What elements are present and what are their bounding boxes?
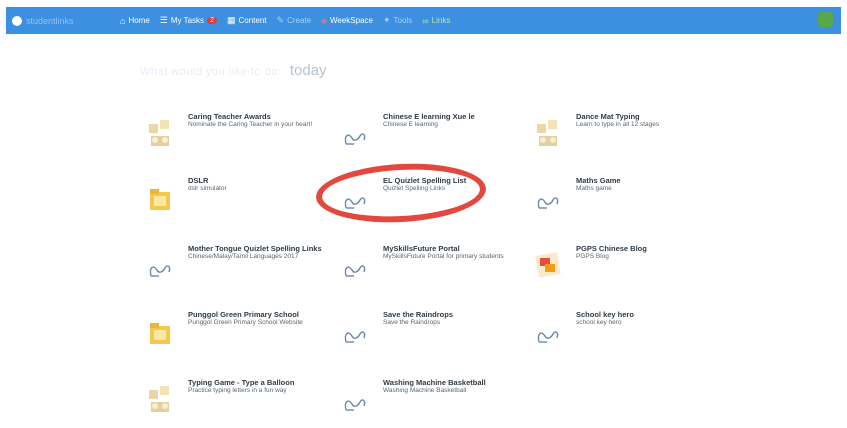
app-logo[interactable]: studentlinks [12,15,102,26]
heading-prompt: What would you like to do [140,66,278,78]
link-card-title[interactable]: DSLR [188,176,328,185]
nav-workspace[interactable]: ♣ WeekSpace [321,16,373,26]
link-card-text: Mother Tongue Quizlet Spelling Links Chin… [188,244,328,261]
link-thumbnail-icon[interactable] [145,248,175,284]
link-card-text: Typing Game - Type a Balloon Practice typ… [188,378,328,395]
link-card-title[interactable]: Save the Raindrops [383,310,523,319]
nav-content-label: Content [238,16,267,25]
page-heading: What would you like to do today [140,62,327,79]
link-card-text: DSLR dslr simulator [188,176,328,193]
link-card[interactable]: MySkillsFuture Portal MySkillsFuture Port… [340,244,520,294]
link-card-description: school key hero [576,319,622,326]
link-thumbnail-icon[interactable] [340,116,370,152]
link-card-description: MySkillsFuture Portal for primary studen… [383,253,504,260]
link-card-text: Save the Raindrops Save the Raindrops [383,310,523,327]
link-card-text: PGPS Chinese Blog PGPS Blog [576,244,716,261]
content-icon: ▦ [226,15,236,25]
link-thumbnail-icon[interactable] [533,180,563,216]
link-card[interactable]: Chinese E learning Xue le Chinese E learn… [340,112,520,162]
nav-links[interactable]: ∞ Links [422,16,450,26]
link-card-text: Caring Teacher Awards Nominate the Caring… [188,112,328,129]
link-card-title[interactable]: Caring Teacher Awards [188,112,328,121]
link-card-title[interactable]: Typing Game - Type a Balloon [188,378,328,387]
nav-create-label: Create [287,16,312,25]
nav-links-label: Links [431,16,451,25]
home-icon: ⌂ [120,15,126,26]
link-card-title[interactable]: MySkillsFuture Portal [383,244,523,253]
link-card-description: Practice typing letters in a fun way [188,387,287,394]
folder-thumbnail-icon[interactable] [145,180,175,216]
nav-home-label: Home [128,16,150,25]
link-card-description: Save the Raindrops [383,319,441,326]
links-icon: ∞ [422,15,429,26]
link-card-description: PGPS Blog [576,253,609,260]
logo-icon [12,15,22,26]
link-card[interactable]: Washing Machine Basketball Washing Machin… [340,378,520,428]
main-nav: ⌂ Home ☰ My Tasks 2 ▦ Content ✎ Create ♣… [120,15,460,26]
link-card[interactable]: School key hero school key hero [533,310,713,360]
link-card-description: Chinese E learning [383,121,438,128]
link-card-title[interactable]: PGPS Chinese Blog [576,244,716,253]
link-card[interactable]: Typing Game - Type a Balloon Practice typ… [145,378,325,428]
photo-thumbnail-icon[interactable] [533,248,563,284]
workspace-icon: ♣ [321,15,327,26]
link-card-description: Learn to type in all 12 stages [576,121,660,128]
top-navigation-bar: studentlinks ⌂ Home ☰ My Tasks 2 ▦ Conte… [6,7,841,34]
link-card-description: Maths game [576,185,612,192]
link-card[interactable]: Caring Teacher Awards Nominate the Caring… [145,112,325,162]
nav-content[interactable]: ▦ Content [227,15,267,26]
nav-my-tasks[interactable]: ☰ My Tasks 2 [160,15,217,26]
link-card-title[interactable]: Washing Machine Basketball [383,378,523,387]
link-card[interactable]: PGPS Chinese Blog PGPS Blog [533,244,713,294]
tasks-icon: ☰ [159,15,168,25]
create-icon: ✎ [276,15,285,25]
link-thumbnail-icon[interactable] [340,248,370,284]
link-thumbnail-icon[interactable] [340,314,370,350]
link-card-text: School key hero school key hero [576,310,716,327]
award-thumbnail-icon[interactable] [533,116,563,152]
link-card-text: Punggol Green Primary School Punggol Gree… [188,310,328,327]
link-card[interactable]: Dance Mat Typing Learn to type in all 12 … [533,112,713,162]
award-thumbnail-icon[interactable] [145,116,175,152]
link-card-title[interactable]: Dance Mat Typing [576,112,716,121]
link-card-description: Washing Machine Basketball [383,387,467,394]
link-card-text: MySkillsFuture Portal MySkillsFuture Port… [383,244,523,261]
tools-icon: ✦ [382,15,391,25]
user-avatar[interactable] [818,12,833,27]
link-card-description: Punggol Green Primary School Website [188,319,303,326]
link-card-title[interactable]: Punggol Green Primary School [188,310,328,319]
link-card[interactable]: Maths Game Maths game [533,176,713,226]
tasks-count-badge: 2 [207,17,217,24]
link-card-text: Washing Machine Basketball Washing Machin… [383,378,523,395]
link-thumbnail-icon[interactable] [340,382,370,418]
folder-thumbnail-icon[interactable] [145,314,175,350]
link-card-title[interactable]: Chinese E learning Xue le [383,112,523,121]
link-thumbnail-icon[interactable] [533,314,563,350]
nav-workspace-label: WeekSpace [329,16,373,25]
heading-today: today [289,62,327,79]
link-card-title[interactable]: School key hero [576,310,716,319]
award-thumbnail-icon[interactable] [145,382,175,418]
nav-my-tasks-label: My Tasks [170,16,205,25]
link-card[interactable]: DSLR dslr simulator [145,176,325,226]
link-card-title[interactable]: Maths Game [576,176,716,185]
link-card[interactable]: Punggol Green Primary School Punggol Gree… [145,310,325,360]
nav-home[interactable]: ⌂ Home [120,16,150,26]
link-card[interactable]: Mother Tongue Quizlet Spelling Links Chin… [145,244,325,294]
link-card-description: Chinese/Malay/Tamil Languages 2017 [188,253,299,260]
link-card-description: Nominate the Caring Teacher in your hear… [188,121,313,128]
nav-create[interactable]: ✎ Create [277,15,312,26]
nav-tools[interactable]: ✦ Tools [383,15,412,26]
link-card-text: Maths Game Maths game [576,176,716,193]
link-card-text: Chinese E learning Xue le Chinese E learn… [383,112,523,129]
link-card-text: Dance Mat Typing Learn to type in all 12 … [576,112,716,129]
logo-text: studentlinks [26,15,74,26]
nav-tools-label: Tools [393,16,413,25]
link-card-title[interactable]: Mother Tongue Quizlet Spelling Links [188,244,328,253]
link-card-description: dslr simulator [188,185,227,192]
link-card[interactable]: Save the Raindrops Save the Raindrops [340,310,520,360]
